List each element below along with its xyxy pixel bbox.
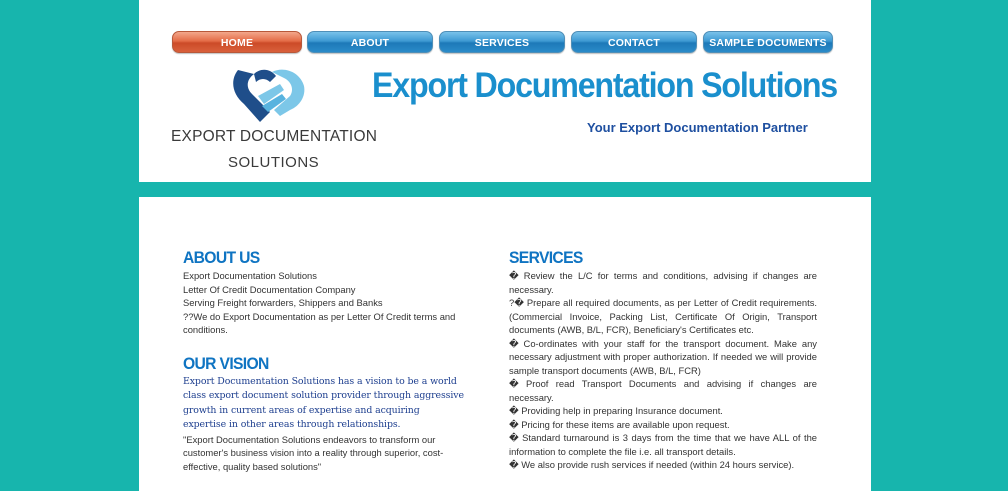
service-item: � Pricing for these items are available …: [509, 418, 730, 430]
logo-text-line2: SOLUTIONS: [228, 154, 320, 171]
service-item: ?� Prepare all required documents, as pe…: [509, 297, 817, 335]
service-item: � Providing help in preparing Insurance …: [509, 405, 723, 416]
site-tagline: Your Export Documentation Partner: [587, 120, 808, 135]
site-title: Export Documentation Solutions: [372, 66, 838, 105]
services-list: � Review the L/C for terms and condition…: [509, 269, 817, 472]
logo-text-line1: EXPORT DOCUMENTATION: [171, 128, 378, 145]
vision-section: OUR VISION Export Documentation Solution…: [183, 355, 465, 474]
nav-services-button[interactable]: SERVICES: [439, 31, 565, 53]
nav-contact-button[interactable]: CONTACT: [571, 31, 697, 53]
about-line: Export Documentation Solutions: [183, 270, 317, 281]
about-line: ??We do Export Documentation as per Lett…: [183, 310, 456, 336]
service-item: � Co-ordinates with your staff for the t…: [509, 337, 817, 376]
service-item: � We also provide rush services if neede…: [509, 459, 795, 470]
service-item: � Standard turnaround is 3 days from the…: [509, 432, 817, 457]
right-column: SERVICES � Review the L/C for terms and …: [509, 249, 817, 472]
vision-statement: Export Documentation Solutions has a vis…: [183, 375, 464, 431]
header-panel: HOME ABOUT SERVICES CONTACT SAMPLE DOCUM…: [139, 0, 871, 182]
about-line: Serving Freight forwarders, Shippers and…: [183, 297, 383, 308]
nav-home-button[interactable]: HOME: [172, 31, 302, 53]
services-heading: SERVICES: [509, 249, 583, 267]
left-column: ABOUT US Export Documentation Solutions …: [183, 249, 465, 473]
content-panel: ABOUT US Export Documentation Solutions …: [139, 197, 871, 491]
vision-heading: OUR VISION: [183, 354, 269, 373]
nav-sample-documents-button[interactable]: SAMPLE DOCUMENTS: [703, 31, 833, 53]
about-heading: ABOUT US: [183, 249, 260, 267]
vision-quote: "Export Documentation Solutions endeavor…: [183, 433, 444, 472]
company-logo[interactable]: EXPORT DOCUMENTATION SOLUTIONS: [170, 66, 377, 178]
service-item: � Review the L/C for terms and condition…: [509, 270, 817, 295]
about-line: Letter Of Credit Documentation Company: [183, 283, 356, 295]
service-item: � Proof read Transport Documents and adv…: [509, 378, 817, 403]
nav-about-button[interactable]: ABOUT: [307, 31, 433, 53]
handshake-icon: [233, 69, 305, 122]
